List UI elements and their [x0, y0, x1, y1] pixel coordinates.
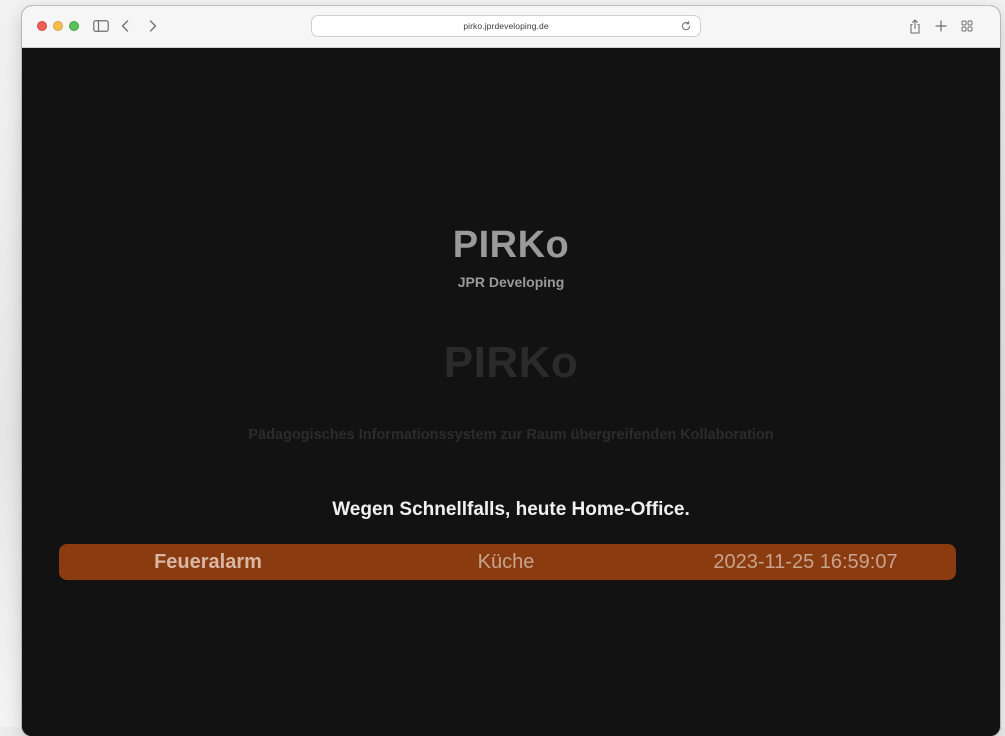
alarm-row: Feueralarm Küche 2023-11-25 16:59:07	[59, 544, 956, 580]
ghost-title: PIRKo	[443, 338, 579, 387]
close-window-button[interactable]	[37, 21, 47, 31]
maximize-window-button[interactable]	[69, 21, 79, 31]
developer-subtitle: JPR Developing	[457, 274, 565, 290]
browser-toolbar: pirko.jprdeveloping.de	[22, 6, 1000, 48]
reload-icon[interactable]	[680, 20, 692, 32]
minimize-window-button[interactable]	[53, 21, 63, 31]
notice-message: Wegen Schnellfalls, heute Home-Office.	[332, 499, 690, 520]
sidebar-icon[interactable]	[92, 17, 110, 35]
alarm-room: Küche	[477, 550, 535, 573]
url-text: pirko.jprdeveloping.de	[463, 21, 549, 31]
alarm-type: Feueralarm	[154, 550, 262, 573]
plus-icon[interactable]	[934, 17, 948, 35]
browser-window: pirko.jprdeveloping.de PIRKo JPR Develop…	[22, 6, 1000, 736]
grid-icon[interactable]	[960, 17, 974, 35]
share-icon[interactable]	[908, 17, 922, 35]
chevron-left-icon[interactable]	[118, 17, 132, 35]
page-content: PIRKo JPR Developing PIRKo Pädagogisches…	[22, 48, 1000, 736]
alarm-timestamp: 2023-11-25 16:59:07	[713, 550, 898, 573]
tagline: Pädagogisches Informationssystem zur Rau…	[248, 427, 774, 443]
page-title: PIRKo	[452, 224, 570, 266]
address-bar[interactable]: pirko.jprdeveloping.de	[311, 15, 701, 37]
chevron-right-icon[interactable]	[146, 17, 160, 35]
